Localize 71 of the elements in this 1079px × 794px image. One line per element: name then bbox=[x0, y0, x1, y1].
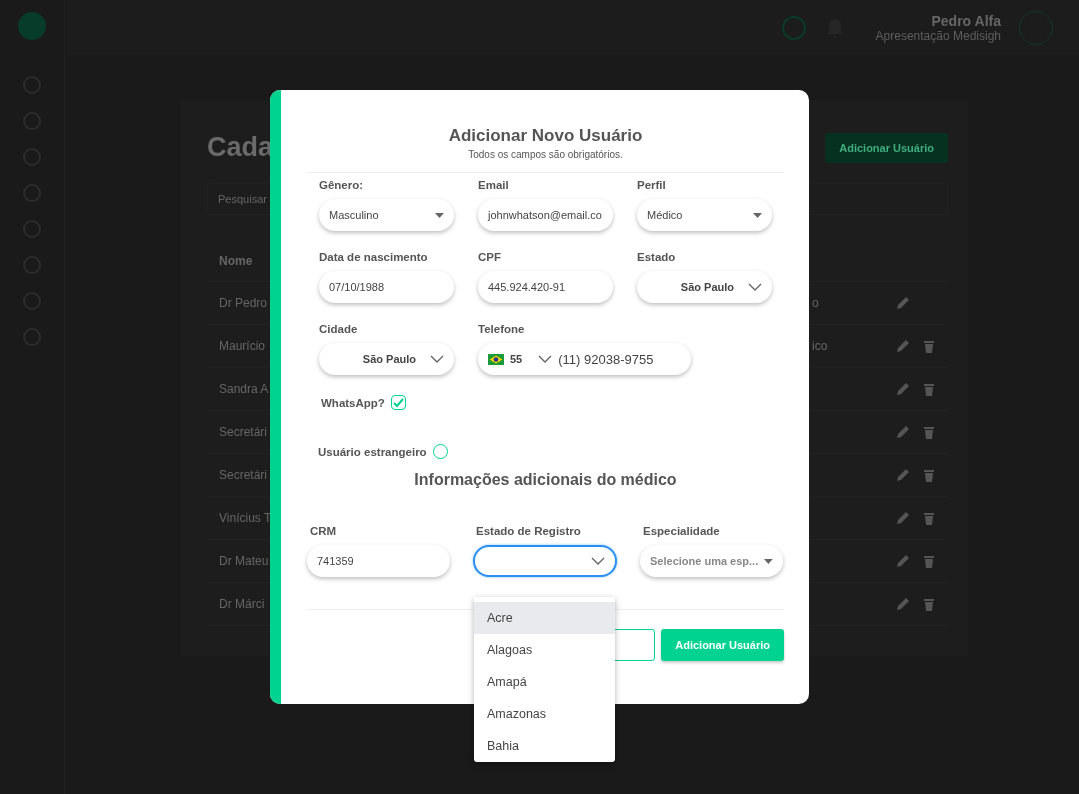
table-cell: o bbox=[812, 296, 819, 310]
pencil-icon[interactable] bbox=[896, 554, 910, 568]
pencil-icon[interactable] bbox=[896, 296, 910, 310]
trash-icon[interactable] bbox=[922, 468, 936, 482]
input-field[interactable]: 741359 bbox=[307, 545, 450, 577]
modal-subtitle: Todos os campos são obrigatórios. bbox=[467, 149, 624, 160]
user-subtitle: Apresentação Medisigh bbox=[875, 28, 1001, 43]
field-label: Cidade bbox=[319, 323, 359, 335]
select-field[interactable] bbox=[473, 545, 617, 577]
table-cell: Dr Pedro bbox=[219, 296, 268, 310]
trash-icon[interactable] bbox=[922, 339, 936, 353]
caret-icon bbox=[435, 212, 444, 218]
pencil-icon[interactable] bbox=[896, 425, 910, 439]
pencil-icon[interactable] bbox=[896, 382, 910, 396]
select-field[interactable]: Masculino bbox=[319, 199, 454, 231]
trash-icon[interactable] bbox=[922, 425, 936, 439]
pencil-icon[interactable] bbox=[896, 339, 910, 353]
pencil-icon[interactable] bbox=[896, 511, 910, 525]
checkbox-label: Usuário estrangeiro bbox=[318, 445, 427, 458]
caret-icon bbox=[764, 558, 773, 564]
pencil-icon[interactable] bbox=[896, 468, 910, 482]
pencil-icon[interactable] bbox=[896, 597, 910, 611]
table-cell: Secretári bbox=[219, 468, 268, 482]
chevron-icon bbox=[591, 557, 605, 565]
select-field[interactable]: São Paulo bbox=[637, 271, 772, 303]
chevron-icon bbox=[748, 283, 762, 291]
field-label: Email bbox=[478, 179, 510, 191]
modal-title: Adicionar Novo Usuário bbox=[447, 126, 644, 146]
field-label: Perfil bbox=[637, 179, 667, 191]
checkbox-label: WhatsApp? bbox=[321, 396, 385, 409]
dropdown-option[interactable]: Amapá bbox=[474, 666, 615, 698]
field-label: Gênero: bbox=[319, 179, 365, 191]
trash-icon[interactable] bbox=[922, 554, 936, 568]
table-cell: ico bbox=[812, 339, 828, 353]
caret-icon bbox=[753, 212, 762, 218]
input-field[interactable]: johnwhatson@email.co bbox=[478, 199, 613, 231]
chevron-icon bbox=[430, 355, 444, 363]
section-title: Informações adicionais do médico bbox=[413, 471, 678, 489]
field-label: CRM bbox=[309, 525, 338, 537]
dropdown-option[interactable]: Amazonas bbox=[474, 698, 615, 730]
flag-icon bbox=[488, 353, 504, 365]
dropdown-option[interactable]: Bahia bbox=[474, 730, 615, 762]
logo-icon[interactable] bbox=[18, 12, 46, 40]
page-title: Cada bbox=[207, 132, 274, 163]
field-label: Especialidade bbox=[642, 525, 721, 537]
dropdown-option[interactable]: Alagoas bbox=[474, 634, 615, 666]
phone-field[interactable]: 55 (11) 92038-9755 bbox=[478, 343, 691, 375]
table-cell: Secretári bbox=[219, 425, 268, 439]
user-name: Pedro Alfa bbox=[931, 12, 1001, 29]
trash-icon[interactable] bbox=[922, 382, 936, 396]
input-field[interactable]: 07/10/1988 bbox=[319, 271, 454, 303]
dropdown-option[interactable]: Acre bbox=[474, 602, 615, 634]
chevron-icon bbox=[538, 355, 553, 363]
input-field[interactable]: 445.924.420-91 bbox=[478, 271, 613, 303]
select-field[interactable]: São Paulo bbox=[319, 343, 454, 375]
field-label: Telefone bbox=[478, 323, 526, 335]
trash-icon[interactable] bbox=[922, 511, 936, 525]
trash-icon[interactable] bbox=[922, 597, 936, 611]
field-label: Estado bbox=[637, 251, 677, 263]
table-cell: Maurício bbox=[219, 339, 265, 353]
select-field[interactable]: Selecione uma esp... bbox=[640, 545, 783, 577]
field-label: Data de nascimento bbox=[319, 251, 429, 263]
select-field[interactable]: Médico bbox=[637, 199, 772, 231]
field-label: CPF bbox=[478, 251, 502, 263]
add-user-button[interactable]: Adicionar Usuário bbox=[825, 132, 948, 163]
table-cell: Dr Márci bbox=[219, 597, 265, 611]
checkbox[interactable] bbox=[390, 395, 406, 410]
table-cell: Sandra A bbox=[219, 382, 269, 396]
field-label: Estado de Registro bbox=[475, 525, 582, 537]
column-header: Nome bbox=[219, 254, 253, 268]
table-cell: Dr Mateu bbox=[219, 554, 269, 568]
